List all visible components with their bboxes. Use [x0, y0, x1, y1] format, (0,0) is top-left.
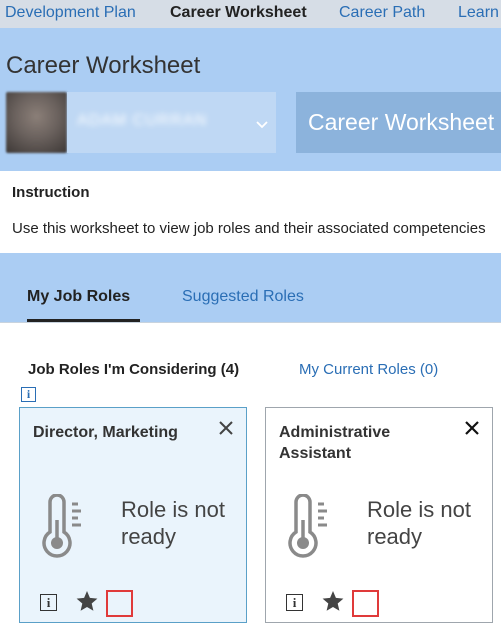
- star-icon[interactable]: [321, 589, 345, 613]
- role-status: Role is not ready: [121, 497, 225, 549]
- close-icon[interactable]: [462, 418, 482, 438]
- career-worksheet-button[interactable]: Career Worksheet: [296, 92, 501, 153]
- role-card-title: Administrative Assistant: [279, 424, 391, 462]
- info-icon[interactable]: i: [40, 594, 57, 611]
- top-navigation: Development Plan Career Worksheet Career…: [0, 0, 501, 28]
- info-icon[interactable]: i: [286, 594, 303, 611]
- current-roles-link[interactable]: My Current Roles (0): [299, 361, 438, 378]
- avatar: [6, 92, 67, 153]
- tab-my-job-roles[interactable]: My Job Roles: [27, 288, 130, 306]
- tab-suggested-roles[interactable]: Suggested Roles: [182, 288, 304, 306]
- role-card-title: Director, Marketing: [33, 424, 178, 441]
- highlighted-action[interactable]: [352, 590, 379, 617]
- page-title: Career Worksheet: [6, 52, 201, 79]
- divider: [0, 322, 501, 323]
- tab-learn[interactable]: Learn: [458, 4, 499, 22]
- thermometer-icon: [288, 494, 327, 558]
- info-icon[interactable]: i: [21, 387, 36, 402]
- role-card[interactable]: Director, Marketing Role is not ready i: [19, 407, 247, 623]
- role-status: Role is not ready: [367, 497, 471, 549]
- role-tabs: My Job Roles Suggested Roles: [0, 253, 501, 323]
- instruction-text: Use this worksheet to view job roles and…: [12, 220, 486, 237]
- user-name: ADAM CURRAN: [77, 112, 208, 129]
- star-icon[interactable]: [75, 589, 99, 613]
- chevron-down-icon: [256, 121, 268, 129]
- close-icon[interactable]: [216, 418, 236, 438]
- roles-considering-heading: Job Roles I'm Considering (4): [28, 361, 240, 378]
- tab-career-path[interactable]: Career Path: [339, 4, 425, 22]
- tab-development-plan[interactable]: Development Plan: [5, 4, 136, 22]
- highlighted-action[interactable]: [106, 590, 133, 617]
- user-select[interactable]: ADAM CURRAN: [67, 92, 276, 153]
- instruction-title: Instruction: [12, 184, 90, 201]
- tab-career-worksheet[interactable]: Career Worksheet: [170, 4, 307, 22]
- page-header: Career Worksheet ADAM CURRAN Career Work…: [0, 28, 501, 171]
- thermometer-icon: [42, 494, 81, 558]
- role-card[interactable]: Administrative Assistant Role is not rea…: [265, 407, 493, 623]
